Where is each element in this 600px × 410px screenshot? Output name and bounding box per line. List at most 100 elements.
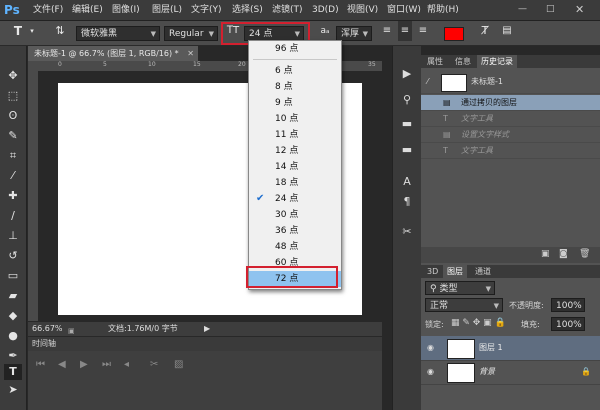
warp-text-icon[interactable]: Ⱦ [478,21,492,41]
font-family-select[interactable]: 微软雅黑 ▼ [76,26,160,41]
menu-image[interactable]: 图像(I) [112,3,140,17]
first-frame-icon[interactable]: ⏮ [36,359,45,370]
opacity-field[interactable]: 100% [551,298,585,312]
camera-icon[interactable]: ◙ [559,249,568,259]
history-row[interactable]: T 文字工具 [421,111,600,127]
character-panel-icon[interactable]: ▤ [500,21,514,41]
pen-tool-icon[interactable]: ✒ [4,348,22,364]
transition-icon[interactable]: ▨ [174,359,183,370]
menu-edit[interactable]: 编辑(E) [72,3,103,17]
size-option[interactable]: 96 点 [249,41,341,57]
size-option[interactable]: 9 点 [249,95,341,111]
dodge-tool-icon[interactable]: ● [4,328,22,344]
split-icon[interactable]: ✂ [150,359,158,370]
maximize-icon[interactable]: □ [546,4,555,14]
font-style-select[interactable]: Regular ▼ [164,26,218,41]
tab-layers[interactable]: 图层 [443,265,467,278]
menu-view[interactable]: 视图(V) [347,3,378,17]
brush-preset-icon[interactable]: ⚲ [399,92,415,108]
fill-field[interactable]: 100% [551,317,585,331]
size-option[interactable]: 48 点 [249,239,341,255]
type-tool-preset-icon[interactable]: T [10,21,26,41]
lock-icons[interactable]: ▦ ✎ ✥ ▣ 🔒 [451,318,506,328]
layer-row[interactable]: ◉ 背景 🔒 [421,360,600,385]
menu-layer[interactable]: 图层(L) [152,3,182,17]
healing-brush-tool-icon[interactable]: ✚ [4,188,22,204]
character-icon[interactable]: A [399,174,415,190]
chevron-down-icon[interactable]: ▾ [28,21,36,41]
size-option[interactable]: 11 点 [249,127,341,143]
layer-name: 图层 1 [479,343,503,352]
type-tool-icon[interactable]: T [4,364,22,380]
document-tab[interactable]: 未标题-1 @ 66.7% (图层 1, RGB/16) * ✕ [28,46,198,61]
play-action-icon[interactable]: ▶ [399,66,415,82]
crop-tool-icon[interactable]: ⌗ [4,148,22,164]
menu-type[interactable]: 文字(Y) [191,3,222,17]
antialias-select[interactable]: 浑厚 ▼ [336,26,372,41]
audio-icon[interactable]: ◂ [124,359,129,370]
swatches-icon[interactable]: ▬ [399,142,415,158]
tools-preset-icon[interactable]: ✂ [399,224,415,240]
zoom-level[interactable]: 66.67% [32,322,63,336]
history-row[interactable]: ▤ 通过拷贝的图层 [421,95,600,111]
size-option[interactable]: 12 点 [249,143,341,159]
marquee-tool-icon[interactable]: ⬚ [4,88,22,104]
text-orientation-icon[interactable]: ⇅ [52,21,68,41]
blend-mode-select[interactable]: 正常 ▼ [425,298,503,312]
tab-info[interactable]: 信息 [451,55,475,68]
timeline-title[interactable]: 时间轴 [32,337,56,351]
history-row[interactable]: T 文字工具 [421,143,600,159]
size-option[interactable]: 6 点 [249,63,341,79]
eye-icon[interactable]: ◉ [427,360,434,384]
tab-history[interactable]: 历史记录 [477,55,517,68]
status-arrow-icon[interactable]: ▶ [204,322,210,336]
layer-row[interactable]: ◉ 图层 1 [421,336,600,361]
adjustment-icon[interactable]: ▬ [399,116,415,132]
lasso-tool-icon[interactable]: ʘ [4,108,22,124]
status-menu-icon[interactable]: ▣ [68,324,75,338]
prev-frame-icon[interactable]: ◀ [58,359,66,370]
history-row[interactable]: ▤ 设置文字样式 [421,127,600,143]
eye-icon[interactable]: ◉ [427,336,434,360]
menu-select[interactable]: 选择(S) [232,3,263,17]
align-center-icon[interactable]: ≡ [398,21,412,41]
menu-help[interactable]: 帮助(H) [427,3,459,17]
menu-file[interactable]: 文件(F) [33,3,63,17]
quick-select-tool-icon[interactable]: ✎ [4,128,22,144]
trash-icon[interactable]: 🗑 [579,249,590,259]
align-right-icon[interactable]: ≡ [416,21,430,41]
size-option[interactable]: 14 点 [249,159,341,175]
new-document-icon[interactable]: ▣ [541,249,550,259]
blur-tool-icon[interactable]: ◆ [4,308,22,324]
size-option[interactable]: 36 点 [249,223,341,239]
history-snapshot[interactable]: ⁄ 未标题-1 [421,71,600,94]
path-selection-tool-icon[interactable]: ➤ [4,382,22,398]
menu-filter[interactable]: 滤镜(T) [272,3,303,17]
play-icon[interactable]: ▶ [80,359,88,370]
size-option-selected[interactable]: ✔ 24 点 [249,191,341,207]
move-tool-icon[interactable]: ✥ [4,68,22,84]
menu-window[interactable]: 窗口(W) [387,3,421,17]
size-option[interactable]: 10 点 [249,111,341,127]
next-frame-icon[interactable]: ⏭ [102,359,111,370]
text-color-swatch[interactable] [444,27,464,41]
gradient-tool-icon[interactable]: ▰ [4,288,22,304]
eyedropper-tool-icon[interactable]: ⁄ [4,168,22,184]
close-icon[interactable]: ✕ [575,3,584,16]
minimize-icon[interactable]: — [518,4,527,14]
menu-3d[interactable]: 3D(D) [312,3,339,17]
tab-3d[interactable]: 3D [423,265,442,278]
clone-stamp-tool-icon[interactable]: ⊥ [4,228,22,244]
brush-tool-icon[interactable]: ∕ [4,208,22,224]
size-option[interactable]: 30 点 [249,207,341,223]
size-option[interactable]: 8 点 [249,79,341,95]
layer-filter-select[interactable]: ⚲ 类型 ▼ [425,281,495,295]
history-brush-tool-icon[interactable]: ↺ [4,248,22,264]
align-left-icon[interactable]: ≡ [380,21,394,41]
eraser-tool-icon[interactable]: ▭ [4,268,22,284]
paragraph-icon[interactable]: ¶ [399,194,415,210]
close-icon[interactable]: ✕ [187,46,194,61]
tab-properties[interactable]: 属性 [423,55,447,68]
tab-channels[interactable]: 通道 [471,265,495,278]
size-option[interactable]: 18 点 [249,175,341,191]
